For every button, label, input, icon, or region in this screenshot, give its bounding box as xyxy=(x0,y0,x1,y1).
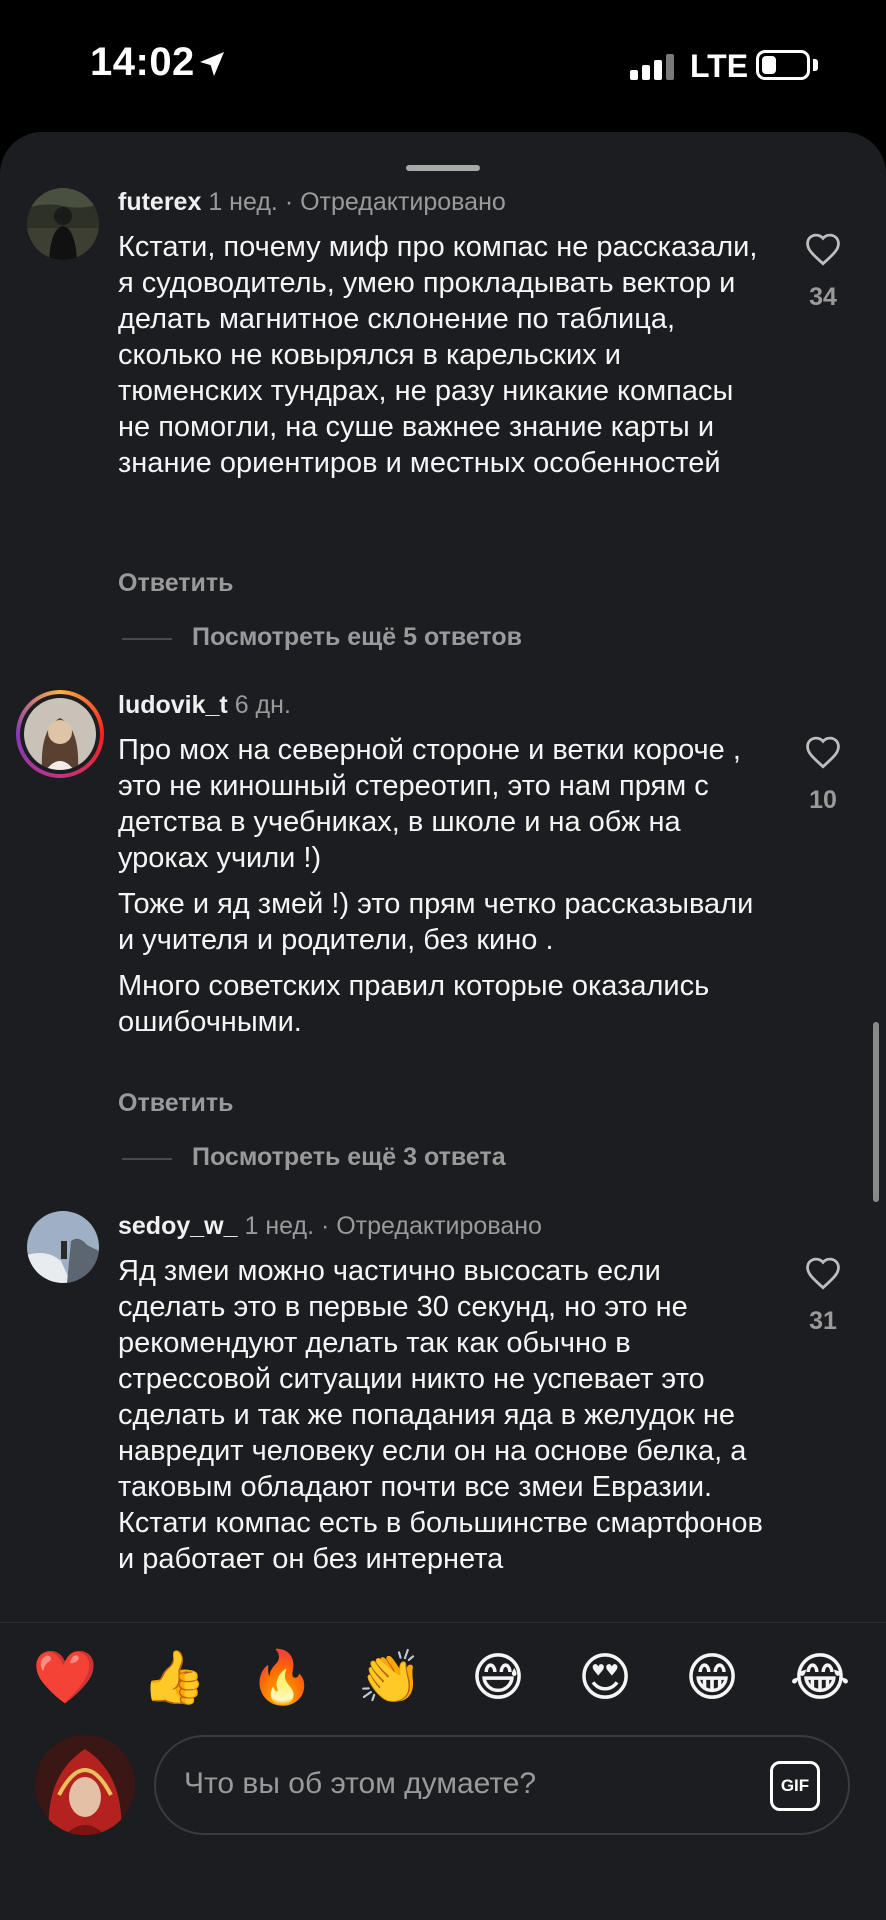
reaction-fire[interactable]: 🔥 xyxy=(247,1643,317,1713)
comment-time: 1 нед. xyxy=(244,1212,315,1240)
like-count: 31 xyxy=(809,1307,837,1335)
reaction-sweat-smile[interactable]: 😅 xyxy=(463,1643,533,1713)
avatar-story-ring[interactable] xyxy=(16,690,104,778)
username[interactable]: futerex xyxy=(118,188,201,216)
comment-text: Про мох на северной стороне и ветки коро… xyxy=(118,734,754,1038)
like-count: 10 xyxy=(809,786,837,814)
reaction-heart-eyes[interactable]: 😍 xyxy=(570,1643,640,1713)
location-arrow-icon xyxy=(200,52,224,76)
heart-icon xyxy=(806,736,840,769)
edited-label: · Отредактировано xyxy=(284,188,506,216)
comment-time: 6 дн. xyxy=(234,691,291,719)
scrollbar[interactable] xyxy=(873,1022,879,1202)
username[interactable]: ludovik_t xyxy=(118,691,228,719)
reply-button[interactable]: Ответить xyxy=(118,569,234,598)
status-time: 14:02 xyxy=(90,40,195,84)
reaction-bar: ❤️ 👍 🔥 👏 😅 😍 😁 😂 Что вы об этом думаете?… xyxy=(0,1622,886,1920)
sheet-drag-handle[interactable] xyxy=(406,165,480,171)
avatar xyxy=(24,698,96,770)
avatar[interactable] xyxy=(27,188,99,260)
like-button[interactable]: 31 xyxy=(796,1256,850,1336)
comment-time: 1 нед. xyxy=(208,188,278,216)
comment-input[interactable]: Что вы об этом думаете? GIF xyxy=(154,1735,850,1835)
heart-icon xyxy=(806,233,840,266)
comment-meta: ludovik_t 6 дн. xyxy=(118,691,291,720)
reaction-thumbs-up[interactable]: 👍 xyxy=(139,1643,209,1713)
like-button[interactable]: 10 xyxy=(796,735,850,815)
username[interactable]: sedoy_w_ xyxy=(118,1212,238,1240)
edited-label: · Отредактировано xyxy=(320,1212,542,1240)
reaction-tears-of-joy[interactable]: 😂 xyxy=(785,1643,855,1713)
reply-button[interactable]: Ответить xyxy=(118,1089,234,1118)
network-type: LTE xyxy=(690,48,749,84)
reaction-heart[interactable]: ❤️ xyxy=(30,1643,100,1713)
comment-meta: futerex 1 нед. · Отредактировано xyxy=(118,188,506,217)
heart-icon xyxy=(806,1257,840,1290)
comment-text: Яд змеи можно частично высосать если сде… xyxy=(118,1255,763,1575)
comment-text: Кстати, почему миф про компас не рассказ… xyxy=(118,231,758,479)
comment-input-placeholder: Что вы об этом думаете? xyxy=(184,1767,537,1800)
reaction-grin[interactable]: 😁 xyxy=(677,1643,747,1713)
cellular-signal-icon xyxy=(630,54,674,80)
current-user-avatar xyxy=(35,1735,135,1835)
like-count: 34 xyxy=(809,283,837,311)
reaction-clapping[interactable]: 👏 xyxy=(355,1643,425,1713)
gif-button[interactable]: GIF xyxy=(770,1761,820,1811)
battery-icon xyxy=(756,50,810,80)
like-button[interactable]: 34 xyxy=(796,232,850,312)
avatar[interactable] xyxy=(27,1211,99,1283)
comment-meta: sedoy_w_ 1 нед. · Отредактировано xyxy=(118,1212,542,1241)
status-bar: 14:02 LTE xyxy=(0,0,886,132)
